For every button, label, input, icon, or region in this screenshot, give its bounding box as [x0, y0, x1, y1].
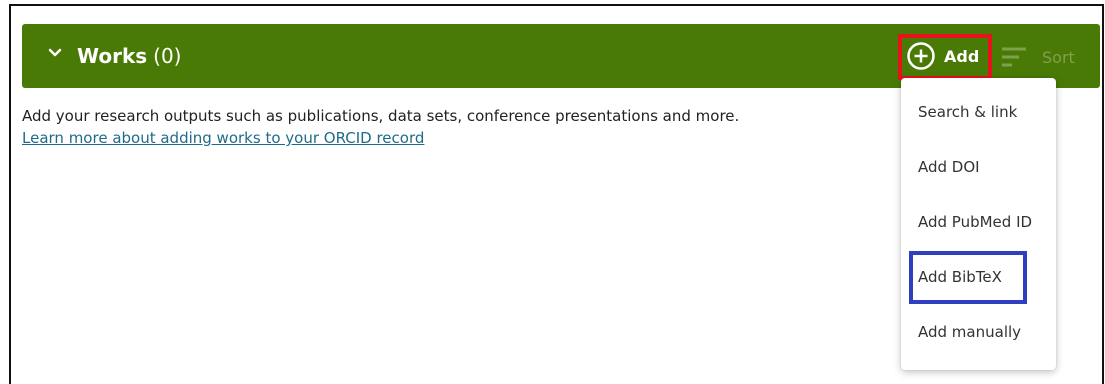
- chevron-down-icon[interactable]: [45, 43, 65, 63]
- add-works-button[interactable]: Add: [906, 40, 979, 72]
- sort-label: Sort: [1042, 47, 1075, 67]
- works-count: (0): [153, 44, 182, 68]
- menu-item-search-link[interactable]: Search & link: [918, 102, 1017, 122]
- works-description: Add your research outputs such as public…: [22, 107, 740, 125]
- sort-button[interactable]: Sort: [1000, 44, 1075, 70]
- menu-item-add-manually[interactable]: Add manually: [918, 322, 1021, 342]
- section-title: Works (0): [77, 42, 182, 70]
- section-title-text: Works: [77, 44, 148, 68]
- bibtex-highlight-box: [909, 251, 1027, 304]
- sort-lines-icon: [1002, 47, 1026, 67]
- menu-item-add-doi[interactable]: Add DOI: [918, 157, 980, 177]
- learn-more-link[interactable]: Learn more about adding works to your OR…: [22, 128, 424, 148]
- menu-item-add-pubmed-id[interactable]: Add PubMed ID: [918, 212, 1032, 232]
- add-button-label: Add: [944, 46, 980, 66]
- plus-circle-icon: [907, 42, 935, 70]
- add-works-menu: Search & link Add DOI Add PubMed ID Add …: [901, 78, 1056, 370]
